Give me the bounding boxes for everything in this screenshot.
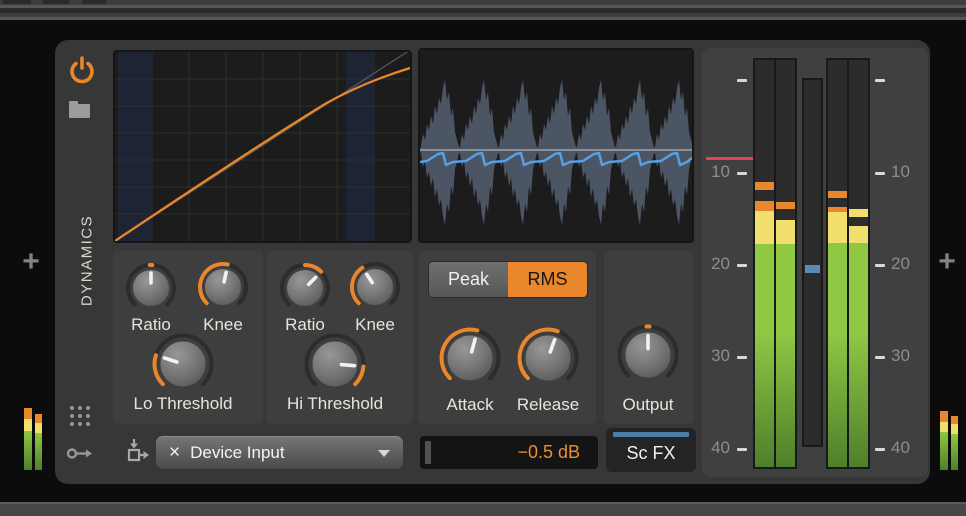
track-meter-segment <box>35 423 42 433</box>
waveform-shape <box>420 80 692 225</box>
track-meter-bar <box>24 408 32 470</box>
window-tab-stub <box>82 0 106 4</box>
meter-segment-green <box>776 244 795 467</box>
meter-scale-label: 40 <box>891 438 931 458</box>
gain-slider-handle[interactable] <box>425 441 431 464</box>
meter-tick <box>737 356 747 359</box>
track-meter-segment <box>951 424 958 434</box>
meter-tick <box>875 79 885 82</box>
lo-threshold-knob[interactable] <box>147 328 219 400</box>
sidechain-input-value: Device Input <box>190 443 378 463</box>
sc-fx-indicator <box>613 432 689 437</box>
sc-fx-label: Sc FX <box>606 443 696 464</box>
meter-segment-orange <box>828 191 847 198</box>
track-meter-bar <box>940 411 948 470</box>
track-meter-segment <box>24 408 32 419</box>
compression-curve-display[interactable] <box>113 50 412 243</box>
track-meter-segment <box>940 422 948 432</box>
meter-segment-orange <box>776 202 795 209</box>
meter-tick <box>875 172 885 175</box>
window-tab-stub <box>43 0 69 4</box>
meter-segment-orange <box>755 201 774 211</box>
meter-tick <box>875 264 885 267</box>
meter-bar <box>776 60 795 467</box>
meter-scale-label: 40 <box>698 438 730 458</box>
gain-value: −0.5 dB <box>517 442 580 463</box>
sidechain-gain-field[interactable]: −0.5 dB <box>420 436 598 469</box>
modulation-routing-icon[interactable] <box>66 445 96 462</box>
knee-high-knob[interactable] <box>345 257 405 317</box>
remote-controls-icon[interactable] <box>70 406 90 426</box>
track-meter-segment <box>951 416 958 424</box>
meter-segment-yellow <box>849 226 868 243</box>
compression-curve <box>115 52 410 241</box>
meter-scale-label: 10 <box>891 162 931 182</box>
meter-scale-label: 30 <box>698 346 730 366</box>
meter-tick <box>737 448 747 451</box>
track-meter-segment <box>35 414 42 423</box>
dropdown-caret-icon <box>378 450 390 457</box>
meter-segment-green <box>849 243 868 467</box>
meter-segment-orange <box>755 182 774 190</box>
add-device-right-button[interactable]: + <box>933 246 961 280</box>
meter-pair <box>753 58 797 469</box>
ratio-high-knob[interactable] <box>275 258 335 318</box>
track-meter-bar <box>951 416 958 470</box>
meter-segment-yellow <box>776 220 795 244</box>
meter-scale-label: 20 <box>698 254 730 274</box>
meter-tick <box>737 79 747 82</box>
device-title: DYNAMICS <box>79 181 96 341</box>
meter-segment-yellow <box>849 209 868 217</box>
waveform-display <box>418 48 694 243</box>
waveform <box>420 50 692 241</box>
track-meter-segment <box>940 411 948 422</box>
meter-scale-label: 20 <box>891 254 931 274</box>
meter-tick <box>875 356 885 359</box>
meter-tick <box>737 264 747 267</box>
track-meter-bar <box>35 414 42 470</box>
knee-low-knob[interactable] <box>193 257 253 317</box>
sidechain-routing-icon <box>124 438 150 466</box>
preset-folder-icon[interactable] <box>69 104 90 118</box>
meter-segment-yellow <box>828 212 847 243</box>
meter-bar <box>755 60 774 467</box>
gain-reduction-meter <box>802 78 823 447</box>
meter-tick <box>737 172 747 175</box>
track-meter-segment <box>940 432 948 470</box>
peak-option[interactable]: Peak <box>429 262 508 297</box>
meter-bar <box>849 60 868 467</box>
gr-segment <box>805 265 820 273</box>
track-meter-segment <box>951 434 958 470</box>
sc-fx-button[interactable]: Sc FX <box>606 428 696 472</box>
meter-segment-green <box>828 243 847 467</box>
bottom-chrome-bar <box>0 504 966 516</box>
meter-segment-green <box>755 244 774 467</box>
track-meter-segment <box>24 419 32 431</box>
chrome-divider <box>0 17 966 20</box>
detection-mode-toggle: Peak RMS <box>428 261 588 298</box>
rms-option[interactable]: RMS <box>508 262 587 297</box>
track-meter-segment <box>35 433 42 470</box>
release-knob[interactable] <box>512 322 584 394</box>
track-meter-segment <box>24 431 32 470</box>
ratio-low-knob[interactable] <box>121 258 181 318</box>
add-device-left-button[interactable]: + <box>17 246 45 280</box>
meter-scale-label: 30 <box>891 346 931 366</box>
meter-tick <box>875 448 885 451</box>
window-tab-stub <box>3 0 31 4</box>
bitwig-device-view: + + DYNAMICS <box>0 0 966 516</box>
clear-input-icon[interactable]: × <box>169 442 180 464</box>
power-icon[interactable] <box>69 55 95 85</box>
meter-pair <box>826 58 870 469</box>
hi-threshold-knob[interactable] <box>299 328 371 400</box>
meter-segment-yellow <box>755 211 774 244</box>
sidechain-input-select[interactable]: × Device Input <box>156 436 403 469</box>
output-knob[interactable] <box>612 319 684 391</box>
threshold-marker-line <box>706 157 755 160</box>
meter-scale-label: 10 <box>698 162 730 182</box>
attack-knob[interactable] <box>434 322 506 394</box>
meter-bar <box>828 60 847 467</box>
